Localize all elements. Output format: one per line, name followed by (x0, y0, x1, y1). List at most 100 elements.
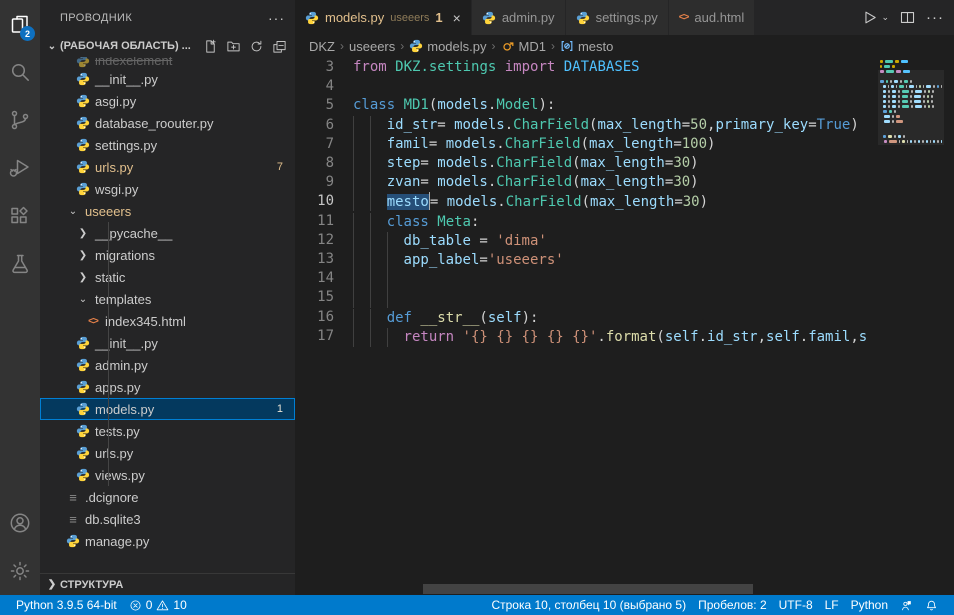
line-number: 10 (295, 192, 334, 211)
refresh-button[interactable] (249, 39, 264, 54)
code-token: 'useeers' (488, 252, 564, 268)
tree-file-models-py[interactable]: models.py1 (40, 398, 295, 420)
tab-aud-html[interactable]: <>aud.html (669, 0, 756, 35)
tree-file-urls-py[interactable]: urls.py7 (40, 156, 295, 178)
tree-file-views-py[interactable]: views.py (40, 464, 295, 486)
tree-file--init-py[interactable]: __init__.py (40, 332, 295, 354)
breadcrumb-label: useeers (349, 39, 395, 54)
status-python-version[interactable]: Python 3.9.5 64-bit (10, 595, 123, 615)
status-label: Python 3.9.5 64-bit (16, 598, 117, 612)
code-editor[interactable]: from DKZ.settings import DATABASES​class… (353, 57, 878, 595)
code-line-15: ​ (353, 289, 878, 308)
outline-section-label: СТРУКТУРА (60, 579, 123, 591)
outline-section-header[interactable]: ❯ СТРУКТУРА (40, 573, 295, 595)
python-file-icon (482, 11, 496, 25)
tree-file-admin-py[interactable]: admin.py (40, 354, 295, 376)
code-token: . (597, 329, 605, 345)
tree-folder-templates[interactable]: ⌄templates (40, 288, 295, 310)
tree-file-db-sqlite3[interactable]: ≡db.sqlite3 (40, 508, 295, 530)
explorer-more-actions-button[interactable]: ··· (268, 10, 285, 26)
breadcrumb-item-dkz[interactable]: DKZ (309, 39, 335, 54)
tab-admin-py[interactable]: admin.py (472, 0, 566, 35)
minimap[interactable] (878, 57, 954, 595)
status-indentation[interactable]: Пробелов: 2 (692, 595, 773, 615)
code-line-6: id_str= models.CharField(max_length=50,p… (353, 116, 878, 135)
status-label: Python (851, 598, 888, 612)
indent-guide (370, 154, 387, 173)
split-editor-button[interactable] (899, 9, 916, 26)
field-symbol-icon (560, 39, 574, 53)
python-file-icon (74, 358, 92, 372)
tree-folder-migrations[interactable]: ❯migrations (40, 244, 295, 266)
tree-file-wsgi-py[interactable]: wsgi.py (40, 178, 295, 200)
code-token: models (437, 97, 488, 113)
status-language-mode[interactable]: Python (845, 595, 894, 615)
tree-file-urls-py[interactable]: urls.py (40, 442, 295, 464)
code-token: ( (656, 329, 664, 345)
python-file-icon (64, 534, 82, 548)
new-folder-button[interactable] (226, 39, 241, 54)
tree-file-apps-py[interactable]: apps.py (40, 376, 295, 398)
status-feedback[interactable] (894, 595, 919, 615)
indent-guide (370, 213, 387, 232)
status-notifications[interactable] (919, 595, 944, 615)
collapse-all-button[interactable] (272, 39, 287, 54)
status-problems[interactable]: 010 (123, 595, 193, 615)
tree-folder-useeers[interactable]: ⌄useeers (40, 200, 295, 222)
indent-guide (353, 232, 370, 251)
chevron-right-icon: ❯ (44, 579, 60, 590)
tree-file-tests-py[interactable]: tests.py (40, 420, 295, 442)
tree-item-label: models.py (95, 402, 154, 417)
editor-more-actions-button[interactable]: ··· (926, 9, 944, 26)
status-encoding[interactable]: UTF-8 (773, 595, 819, 615)
tree-item-label: wsgi.py (95, 182, 138, 197)
breadcrumb-item-models-py[interactable]: models.py (409, 39, 486, 54)
close-icon[interactable]: × (453, 10, 461, 26)
tree-file-indexelement[interactable]: indexelement (40, 57, 295, 68)
status-eol[interactable]: LF (819, 595, 845, 615)
tree-file-asgi-py[interactable]: asgi.py (40, 90, 295, 112)
activity-explorer-button[interactable]: 2 (0, 0, 40, 48)
search-icon (8, 60, 32, 84)
code-token: True (817, 117, 851, 133)
run-button[interactable] (861, 9, 878, 26)
tree-file--init-py[interactable]: __init__.py (40, 68, 295, 90)
tab-settings-py[interactable]: settings.py (566, 0, 669, 35)
tree-folder-static[interactable]: ❯static (40, 266, 295, 288)
tree-folder--pycache-[interactable]: ❯__pycache__ (40, 222, 295, 244)
activity-accounts-button[interactable] (0, 499, 40, 547)
tree-file-settings-py[interactable]: settings.py (40, 134, 295, 156)
tree-file-database-roouter-py[interactable]: database_roouter.py (40, 112, 295, 134)
activity-testing-button[interactable] (0, 240, 40, 288)
tree-file--dcignore[interactable]: ≡.dcignore (40, 486, 295, 508)
activity-search-button[interactable] (0, 48, 40, 96)
tree-file-index345-html[interactable]: <>index345.html (40, 310, 295, 332)
run-dropdown-chevron-icon[interactable]: ⌄ (881, 12, 889, 23)
indent-guide (353, 135, 370, 154)
breadcrumb-separator: › (551, 39, 555, 53)
breadcrumb-item-useeers[interactable]: useeers (349, 39, 395, 54)
python-file-icon (74, 94, 92, 108)
activity-extensions-button[interactable] (0, 192, 40, 240)
minimap-slider[interactable] (878, 70, 944, 145)
workspace-section-header[interactable]: ⌄ (РАБОЧАЯ ОБЛАСТЬ) ... (40, 35, 295, 57)
tree-file-manage-py[interactable]: manage.py (40, 530, 295, 552)
tree-item-label: useeers (85, 204, 131, 219)
new-file-button[interactable] (203, 39, 218, 54)
activity-run-debug-button[interactable] (0, 144, 40, 192)
code-token: def (387, 310, 421, 326)
code-token: ( (582, 194, 590, 210)
tab-models-py[interactable]: models.pyuseeers1× (295, 0, 472, 35)
activity-settings-button[interactable] (0, 547, 40, 595)
horizontal-scrollbar[interactable] (423, 584, 753, 594)
code-token: 30 (683, 194, 700, 210)
breadcrumb-item-md1[interactable]: MD1 (501, 39, 546, 54)
explorer-title: ПРОВОДНИК (60, 12, 268, 24)
file-icon: ≡ (64, 512, 82, 527)
selected-text: mesto (387, 194, 429, 210)
tree-item-label: db.sqlite3 (85, 512, 141, 527)
code-token: class (387, 214, 438, 230)
status-cursor-position[interactable]: Строка 10, столбец 10 (выбрано 5) (485, 595, 692, 615)
activity-source-control-button[interactable] (0, 96, 40, 144)
breadcrumb-item-mesto[interactable]: mesto (560, 39, 613, 54)
